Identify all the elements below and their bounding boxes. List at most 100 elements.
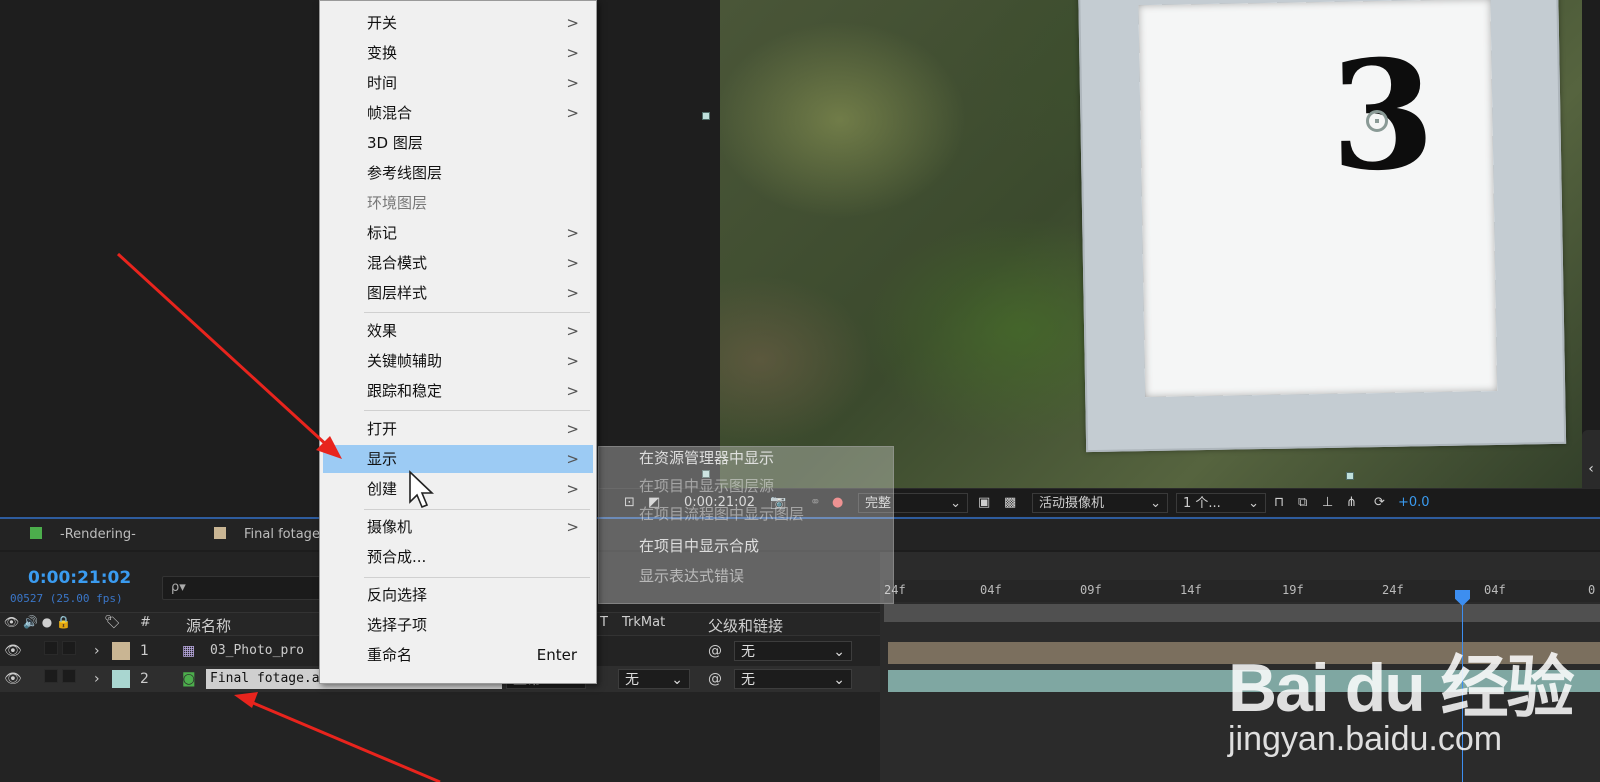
menu-separator bbox=[364, 410, 590, 411]
av-features-icons[interactable]: 👁 🔊 ● 🔒 bbox=[4, 615, 71, 629]
exposure-value[interactable]: +0.0 bbox=[1398, 493, 1430, 513]
views-dropdown[interactable]: 1 个... ⌄ bbox=[1176, 493, 1266, 513]
submenu-item[interactable]: 在项目流程图中显示图层 bbox=[639, 503, 804, 524]
menu-item-label: 时间 bbox=[367, 74, 398, 92]
menu-item-track-stabilize[interactable]: 跟踪和稳定 > bbox=[323, 377, 593, 405]
solo-switch[interactable] bbox=[44, 669, 58, 683]
parent-value: 无 bbox=[741, 672, 755, 688]
show-submenu: 在资源管理器中显示 在项目中显示图层源 在项目流程图中显示图层 在项目中显示合成… bbox=[598, 446, 894, 604]
chevron-down-icon: ⌄ bbox=[1248, 496, 1259, 511]
photo-frame-card: 3 bbox=[1138, 0, 1498, 398]
menu-item-label: 标记 bbox=[367, 224, 398, 242]
menu-item-label: 关键帧辅助 bbox=[367, 352, 443, 370]
menu-separator bbox=[364, 312, 590, 313]
menu-item-markers[interactable]: 标记 > bbox=[323, 219, 593, 247]
menu-item-label: 打开 bbox=[367, 420, 398, 438]
menu-item-reveal[interactable]: 显示 > bbox=[323, 445, 593, 473]
submenu-arrow-icon: > bbox=[566, 254, 579, 272]
layer-handle[interactable] bbox=[1346, 472, 1354, 480]
parent-dropdown[interactable]: 无 ⌄ bbox=[734, 669, 852, 689]
tab-final-fotage[interactable]: Final fotage bbox=[214, 527, 320, 542]
menu-item-blending-mode[interactable]: 混合模式 > bbox=[323, 249, 593, 277]
eye-icon[interactable]: 👁 bbox=[4, 641, 22, 661]
menu-item-switches[interactable]: 开关 > bbox=[323, 9, 593, 37]
search-icon: ρ▾ bbox=[171, 580, 186, 595]
eye-icon[interactable]: 👁 bbox=[4, 669, 22, 689]
menu-item-select-children[interactable]: 选择子项 bbox=[323, 611, 593, 639]
menu-item-transform[interactable]: 变换 > bbox=[323, 39, 593, 67]
label-tag-icon[interactable]: 🏷 bbox=[104, 615, 121, 630]
column-source-name[interactable]: 源名称 bbox=[186, 615, 231, 636]
submenu-item[interactable]: 在项目中显示图层源 bbox=[639, 475, 774, 496]
toggle-pixel-aspect-icon[interactable]: ⊓ bbox=[1274, 493, 1284, 513]
menu-item-invert-selection[interactable]: 反向选择 bbox=[323, 581, 593, 609]
menu-item-effect[interactable]: 效果 > bbox=[323, 317, 593, 345]
trkmat-value: 无 bbox=[625, 672, 639, 688]
parent-dropdown[interactable]: 无 ⌄ bbox=[734, 641, 852, 661]
toggle-transparency-icon[interactable]: ▩ bbox=[1004, 493, 1016, 513]
layer-search-input[interactable]: ρ▾ bbox=[162, 576, 332, 600]
timeline-icon[interactable]: ⊥ bbox=[1322, 493, 1333, 513]
expand-chevron-icon[interactable]: › bbox=[94, 669, 100, 689]
label-color-swatch[interactable] bbox=[112, 670, 130, 688]
ruler-tick-label: 19f bbox=[1282, 583, 1304, 597]
menu-item-label: 环境图层 bbox=[367, 194, 428, 212]
menu-item-create[interactable]: 创建 > bbox=[323, 475, 593, 503]
submenu-arrow-icon: > bbox=[566, 420, 579, 438]
tab-label: Final fotage bbox=[244, 527, 320, 542]
ruler-tick-label: 14f bbox=[1180, 583, 1202, 597]
menu-item-time[interactable]: 时间 > bbox=[323, 69, 593, 97]
trkmat-dropdown[interactable]: 无 ⌄ bbox=[618, 669, 690, 689]
camera-dropdown[interactable]: 活动摄像机 ⌄ bbox=[1032, 493, 1168, 513]
pickwhip-icon[interactable]: @ bbox=[708, 641, 722, 661]
menu-separator bbox=[364, 577, 590, 578]
reset-exposure-icon[interactable]: ⟳ bbox=[1374, 493, 1385, 513]
ruler-tick-label: 24f bbox=[1382, 583, 1404, 597]
menu-item-label: 开关 bbox=[367, 14, 398, 32]
menu-item-label: 摄像机 bbox=[367, 518, 413, 536]
column-trkmat[interactable]: TrkMat bbox=[622, 615, 665, 630]
chevron-down-icon: ⌄ bbox=[833, 644, 845, 660]
mouse-cursor-icon bbox=[409, 470, 434, 509]
menu-item-open[interactable]: 打开 > bbox=[323, 415, 593, 443]
layer-name[interactable]: 03_Photo_pro bbox=[210, 641, 320, 661]
frame-count: 00527 (25.00 fps) bbox=[10, 592, 123, 605]
pickwhip-icon[interactable]: @ bbox=[708, 669, 722, 689]
submenu-arrow-icon: > bbox=[566, 284, 579, 302]
menu-item-label: 变换 bbox=[367, 44, 398, 62]
submenu-item[interactable]: 显示表达式错误 bbox=[639, 565, 744, 586]
menu-item-camera[interactable]: 摄像机 > bbox=[323, 513, 593, 541]
tab-rendering[interactable]: -Rendering- bbox=[30, 527, 136, 542]
solo-switch[interactable] bbox=[44, 641, 58, 655]
menu-item-guide-layer[interactable]: 参考线图层 bbox=[323, 159, 593, 187]
views-value: 1 个... bbox=[1183, 496, 1221, 511]
flowchart-icon[interactable]: ⋔ bbox=[1346, 493, 1357, 513]
menu-item-layer-styles[interactable]: 图层样式 > bbox=[323, 279, 593, 307]
submenu-item[interactable]: 在资源管理器中显示 bbox=[639, 447, 774, 468]
menu-item-frame-blending[interactable]: 帧混合 > bbox=[323, 99, 593, 127]
fast-previews-icon[interactable]: ▣ bbox=[978, 493, 990, 513]
fast-preview-icon[interactable]: ⧉ bbox=[1298, 493, 1307, 513]
menu-item-pre-compose[interactable]: 预合成... bbox=[323, 543, 593, 571]
column-parent[interactable]: 父级和链接 bbox=[708, 615, 783, 636]
camera-value: 活动摄像机 bbox=[1039, 496, 1105, 511]
menu-item-3d-layer[interactable]: 3D 图层 bbox=[323, 129, 593, 157]
menu-item-keyframe-assistant[interactable]: 关键帧辅助 > bbox=[323, 347, 593, 375]
composition-viewer[interactable]: 3 bbox=[720, 0, 1582, 488]
time-ruler[interactable]: 24f 04f 09f 14f 19f 24f 04f 0 bbox=[884, 580, 1600, 602]
lock-switch[interactable] bbox=[62, 669, 77, 683]
submenu-item[interactable]: 在项目中显示合成 bbox=[639, 535, 759, 556]
anchor-point-icon[interactable] bbox=[1366, 110, 1388, 132]
menu-separator bbox=[364, 509, 590, 510]
comp-icon: ▦ bbox=[182, 643, 196, 659]
current-time[interactable]: 0:00:21:02 bbox=[28, 568, 131, 588]
watermark-url: jingyan.baidu.com bbox=[1228, 720, 1503, 758]
layer-index: 1 bbox=[140, 643, 149, 659]
layer-handle[interactable] bbox=[702, 112, 710, 120]
parent-value: 无 bbox=[741, 644, 755, 660]
menu-item-rename[interactable]: 重命名 Enter bbox=[323, 641, 593, 669]
lock-switch[interactable] bbox=[62, 641, 77, 655]
label-color-swatch[interactable] bbox=[112, 642, 130, 660]
watermark-brand: Bai du 经验 bbox=[1228, 650, 1575, 726]
expand-chevron-icon[interactable]: › bbox=[94, 641, 100, 661]
